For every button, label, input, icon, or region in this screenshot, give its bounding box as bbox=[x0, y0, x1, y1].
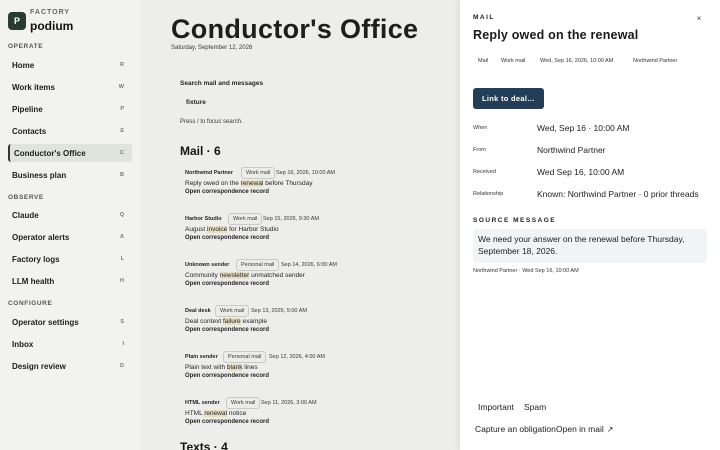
shortcut-key: L bbox=[120, 256, 124, 262]
shortcut-key: S bbox=[120, 319, 124, 325]
sidebar-item-home[interactable]: Home R bbox=[8, 56, 132, 74]
field-value-from: Northwind Partner bbox=[537, 145, 606, 155]
panel-eyebrow: MAIL bbox=[473, 14, 495, 21]
sidebar-item-label: Pipeline bbox=[12, 105, 43, 114]
open-in-mail-button[interactable]: Open in mail ↗ bbox=[556, 424, 613, 434]
sidebar: P FACTORY podium OPERATE Home R Work ite… bbox=[0, 0, 140, 450]
sidebar-item-label: Design review bbox=[12, 362, 66, 371]
section-label-observe: OBSERVE bbox=[8, 194, 44, 201]
sidebar-item-inbox[interactable]: Inbox I bbox=[8, 335, 132, 353]
source-message-box: We need your answer on the renewal befor… bbox=[473, 229, 707, 263]
sidebar-item-pipeline[interactable]: Pipeline P bbox=[8, 100, 132, 118]
source-message-meta: Northwind Partner · Wed Sep 16, 10:00 AM bbox=[473, 268, 579, 274]
shortcut-key: D bbox=[120, 363, 124, 369]
shortcut-key: Q bbox=[119, 212, 124, 218]
sidebar-item-label: Factory logs bbox=[12, 255, 60, 264]
field-value-relationship: Known: Northwind Partner · 0 prior threa… bbox=[537, 189, 699, 199]
sidebar-item-operator-settings[interactable]: Operator settings S bbox=[8, 313, 132, 331]
sidebar-item-label: Inbox bbox=[12, 340, 34, 349]
shortcut-key: B bbox=[120, 172, 124, 178]
sidebar-item-label: LLM health bbox=[12, 277, 55, 286]
mail-detail-panel: MAIL Reply owed on the renewal × Mail Wo… bbox=[460, 0, 720, 450]
field-value-received: Wed Sep 16, 10:00 AM bbox=[537, 167, 625, 177]
panel-title: Reply owed on the renewal bbox=[473, 28, 639, 42]
shortcut-key: R bbox=[120, 62, 124, 68]
shortcut-key: C bbox=[120, 150, 124, 156]
sidebar-item-label: Operator alerts bbox=[12, 233, 70, 242]
field-value-when: Wed, Sep 16 · 10:00 AM bbox=[537, 123, 630, 133]
sidebar-item-conductors-office[interactable]: Conductor's Office C bbox=[8, 144, 132, 162]
meta-sender: Northwind Partner bbox=[633, 58, 678, 64]
meta-received: Wed, Sep 16, 2026, 10:00 AM bbox=[540, 58, 614, 64]
source-message-heading: SOURCE MESSAGE bbox=[473, 217, 557, 224]
brand[interactable]: P FACTORY podium bbox=[8, 8, 138, 38]
field-label-from: From bbox=[473, 147, 486, 153]
shortcut-key: W bbox=[118, 84, 124, 90]
shortcut-key: E bbox=[120, 128, 124, 134]
sidebar-item-business-plan[interactable]: Business plan B bbox=[8, 166, 132, 184]
close-icon[interactable]: × bbox=[694, 14, 704, 24]
external-link-icon: ↗ bbox=[606, 425, 614, 434]
sidebar-item-contacts[interactable]: Contacts E bbox=[8, 122, 132, 140]
sidebar-item-claude[interactable]: Claude Q bbox=[8, 206, 132, 224]
meta-channel: Mail bbox=[478, 58, 489, 64]
link-to-deal-button[interactable]: Link to deal… bbox=[473, 88, 544, 109]
shortcut-key: I bbox=[122, 341, 124, 347]
capture-obligation-button[interactable]: Capture an obligation bbox=[475, 424, 556, 434]
shortcut-key: A bbox=[120, 234, 124, 240]
source-message-text: We need your answer on the renewal befor… bbox=[478, 234, 685, 256]
sidebar-item-label: Operator settings bbox=[12, 318, 79, 327]
sidebar-item-llm-health[interactable]: LLM health H bbox=[8, 272, 132, 290]
sidebar-item-label: Business plan bbox=[12, 171, 67, 180]
tab-important[interactable]: Important bbox=[478, 402, 514, 412]
sidebar-item-design-review[interactable]: Design review D bbox=[8, 357, 132, 375]
field-label-relationship: Relationship bbox=[473, 191, 504, 197]
sidebar-item-operator-alerts[interactable]: Operator alerts A bbox=[8, 228, 132, 246]
meta-mail-type: Work mail bbox=[501, 58, 526, 64]
sidebar-item-label: Work items bbox=[12, 83, 55, 92]
field-label-received: Received bbox=[473, 169, 496, 175]
section-label-operate: OPERATE bbox=[8, 43, 44, 50]
sidebar-item-label: Conductor's Office bbox=[14, 149, 86, 158]
brand-org: FACTORY bbox=[30, 9, 71, 16]
section-label-configure: CONFIGURE bbox=[8, 300, 53, 307]
app-logo-icon: P bbox=[8, 12, 26, 30]
tab-spam[interactable]: Spam bbox=[524, 402, 546, 412]
field-label-when: When bbox=[473, 125, 488, 131]
modal-scrim[interactable] bbox=[140, 0, 460, 450]
sidebar-item-work-items[interactable]: Work items W bbox=[8, 78, 132, 96]
shortcut-key: P bbox=[120, 106, 124, 112]
sidebar-item-factory-logs[interactable]: Factory logs L bbox=[8, 250, 132, 268]
sidebar-item-label: Contacts bbox=[12, 127, 47, 136]
shortcut-key: H bbox=[120, 278, 124, 284]
sidebar-item-label: Claude bbox=[12, 211, 39, 220]
sidebar-item-label: Home bbox=[12, 61, 35, 70]
brand-app-name: podium bbox=[30, 19, 74, 33]
open-in-mail-label: Open in mail bbox=[556, 424, 604, 434]
